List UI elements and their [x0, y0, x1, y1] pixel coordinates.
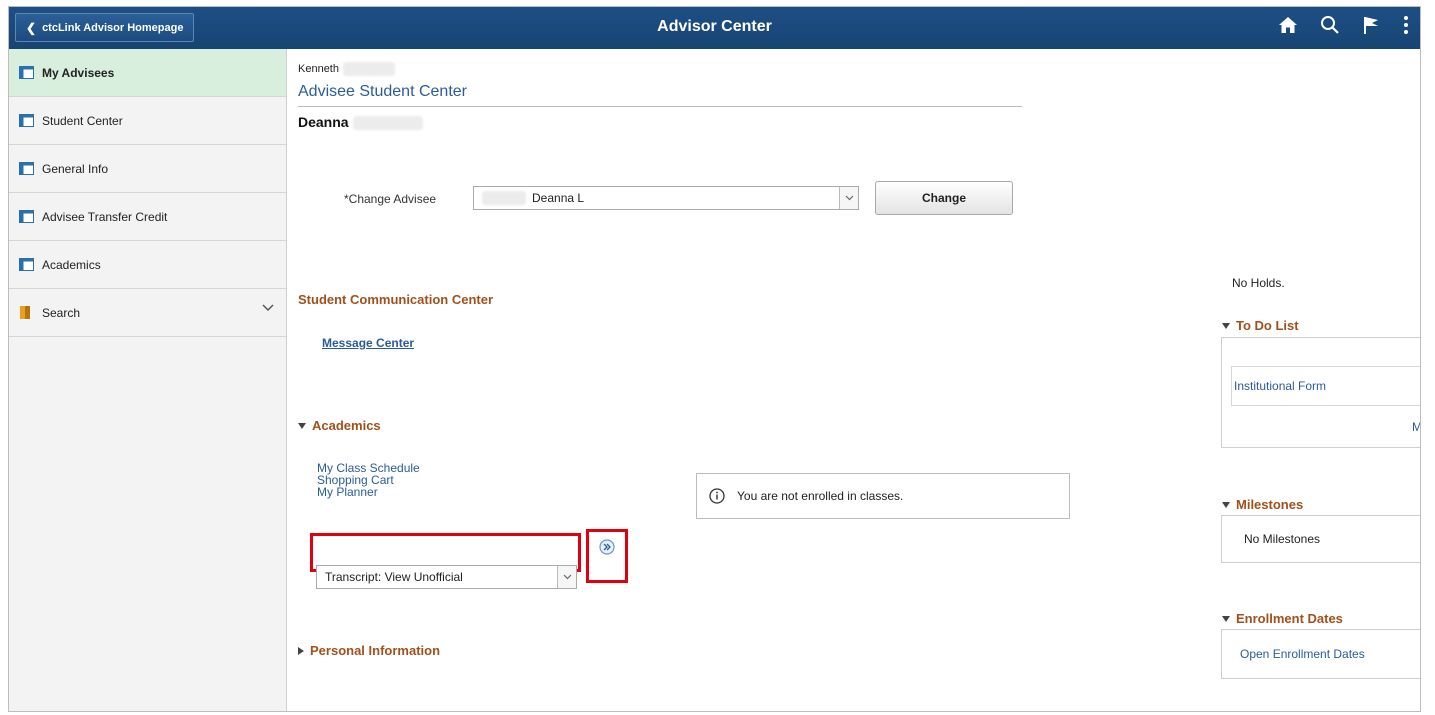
change-advisee-select[interactable]: Deanna L: [473, 186, 859, 210]
academics-action-select[interactable]: Transcript: View Unofficial: [316, 565, 577, 589]
home-icon[interactable]: [1278, 16, 1298, 34]
more-vertical-icon[interactable]: [1402, 15, 1410, 35]
redacted-surname: [352, 116, 423, 131]
todo-list-row[interactable]: Institutional Form: [1231, 366, 1420, 406]
milestones-section-header[interactable]: Milestones: [1222, 497, 1303, 512]
page-header-title: Advisor Center: [657, 18, 772, 35]
personal-info-section-header[interactable]: Personal Information: [298, 643, 440, 658]
chevron-left-icon: ❮: [26, 20, 37, 35]
sidebar-nav: My Advisees Student Center General Info …: [9, 49, 287, 711]
sidebar-item-advisee-transfer-credit[interactable]: Advisee Transfer Credit: [9, 193, 286, 241]
todo-section-header[interactable]: To Do List: [1222, 318, 1299, 333]
sidebar-item-search[interactable]: Search: [9, 289, 286, 337]
advisor-name: Kenneth: [298, 62, 339, 75]
go-button[interactable]: [599, 539, 615, 558]
chevron-down-icon: [839, 187, 858, 209]
top-banner: ❮ ctcLink Advisor Homepage Advisor Cente…: [9, 7, 1420, 49]
page-icon: [19, 258, 34, 271]
sidebar-item-label: Student Center: [42, 113, 123, 128]
academics-section-header[interactable]: Academics: [298, 418, 381, 433]
open-enrollment-dates-link[interactable]: Open Enrollment Dates: [1240, 647, 1365, 661]
chevron-down-icon[interactable]: [262, 304, 274, 312]
message-center-link[interactable]: Message Center: [322, 336, 414, 350]
expand-triangle-icon: [298, 646, 304, 655]
page-icon: [19, 162, 34, 175]
enrollment-section-title: Enrollment Dates: [1236, 611, 1343, 626]
enrollment-panel: Open Enrollment Dates: [1221, 629, 1420, 679]
flag-icon[interactable]: [1362, 15, 1380, 35]
sidebar-item-label: General Info: [42, 161, 109, 176]
title-divider: [298, 106, 1022, 107]
enrollment-notice: You are not enrolled in classes.: [696, 473, 1070, 519]
collapse-triangle-icon: [1222, 501, 1230, 508]
page-icon: [19, 114, 34, 127]
milestones-panel: No Milestones: [1221, 515, 1420, 563]
personal-info-section-title: Personal Information: [310, 643, 441, 658]
change-advisee-label: *Change Advisee: [344, 192, 437, 206]
app-frame: ❮ ctcLink Advisor Homepage Advisor Cente…: [8, 6, 1421, 712]
change-button[interactable]: Change: [875, 181, 1013, 215]
change-advisee-value: Deanna L: [532, 191, 585, 205]
folder-icon: [20, 306, 30, 319]
main-content: Kenneth Advisee Student Center Deanna *C…: [288, 49, 1420, 711]
sidebar-item-label: Academics: [42, 257, 101, 272]
back-button-label: ctcLink Advisor Homepage: [42, 21, 184, 34]
todo-section-title: To Do List: [1236, 318, 1299, 333]
page-icon: [19, 66, 34, 79]
student-name: Deanna: [298, 114, 349, 130]
chevron-down-icon: [557, 566, 576, 588]
double-chevron-right-icon: [599, 539, 615, 555]
sidebar-item-label: Search: [42, 305, 81, 320]
collapse-triangle-icon: [1222, 322, 1230, 329]
page-title: Advisee Student Center: [298, 83, 467, 100]
banner-actions: [1278, 15, 1410, 35]
student-name-line: Deanna: [298, 114, 423, 131]
todo-panel: Institutional Form Mc: [1221, 337, 1420, 448]
sidebar-item-general-info[interactable]: General Info: [9, 145, 286, 193]
academics-section-title: Academics: [312, 418, 381, 433]
page-icon: [19, 210, 34, 223]
my-planner-link[interactable]: My Planner: [317, 486, 420, 498]
todo-more-link[interactable]: Mc: [1412, 420, 1420, 434]
info-icon: [709, 488, 725, 504]
collapse-triangle-icon: [1222, 615, 1230, 622]
advisor-name-line: Kenneth: [298, 62, 395, 76]
communication-section-title: Student Communication Center: [298, 292, 494, 307]
sidebar-item-student-center[interactable]: Student Center: [9, 97, 286, 145]
academics-links: My Class Schedule Shopping Cart My Plann…: [317, 462, 420, 498]
milestones-text: No Milestones: [1244, 532, 1321, 546]
enrollment-notice-text: You are not enrolled in classes.: [737, 489, 904, 503]
sidebar-item-label: My Advisees: [42, 65, 115, 80]
redacted-surname: [342, 62, 395, 76]
academics-action-value: Transcript: View Unofficial: [325, 570, 463, 584]
search-icon[interactable]: [1320, 15, 1340, 35]
sidebar-item-academics[interactable]: Academics: [9, 241, 286, 289]
institutional-form-link[interactable]: Institutional Form: [1234, 379, 1326, 393]
milestones-section-title: Milestones: [1236, 497, 1304, 512]
collapse-triangle-icon: [298, 422, 306, 429]
holds-status: No Holds.: [1232, 276, 1285, 290]
redacted-id: [482, 191, 526, 205]
back-to-homepage-button[interactable]: ❮ ctcLink Advisor Homepage: [15, 13, 195, 42]
enrollment-section-header[interactable]: Enrollment Dates: [1222, 611, 1343, 626]
sidebar-item-my-advisees[interactable]: My Advisees: [9, 49, 286, 97]
sidebar-item-label: Advisee Transfer Credit: [42, 209, 168, 224]
